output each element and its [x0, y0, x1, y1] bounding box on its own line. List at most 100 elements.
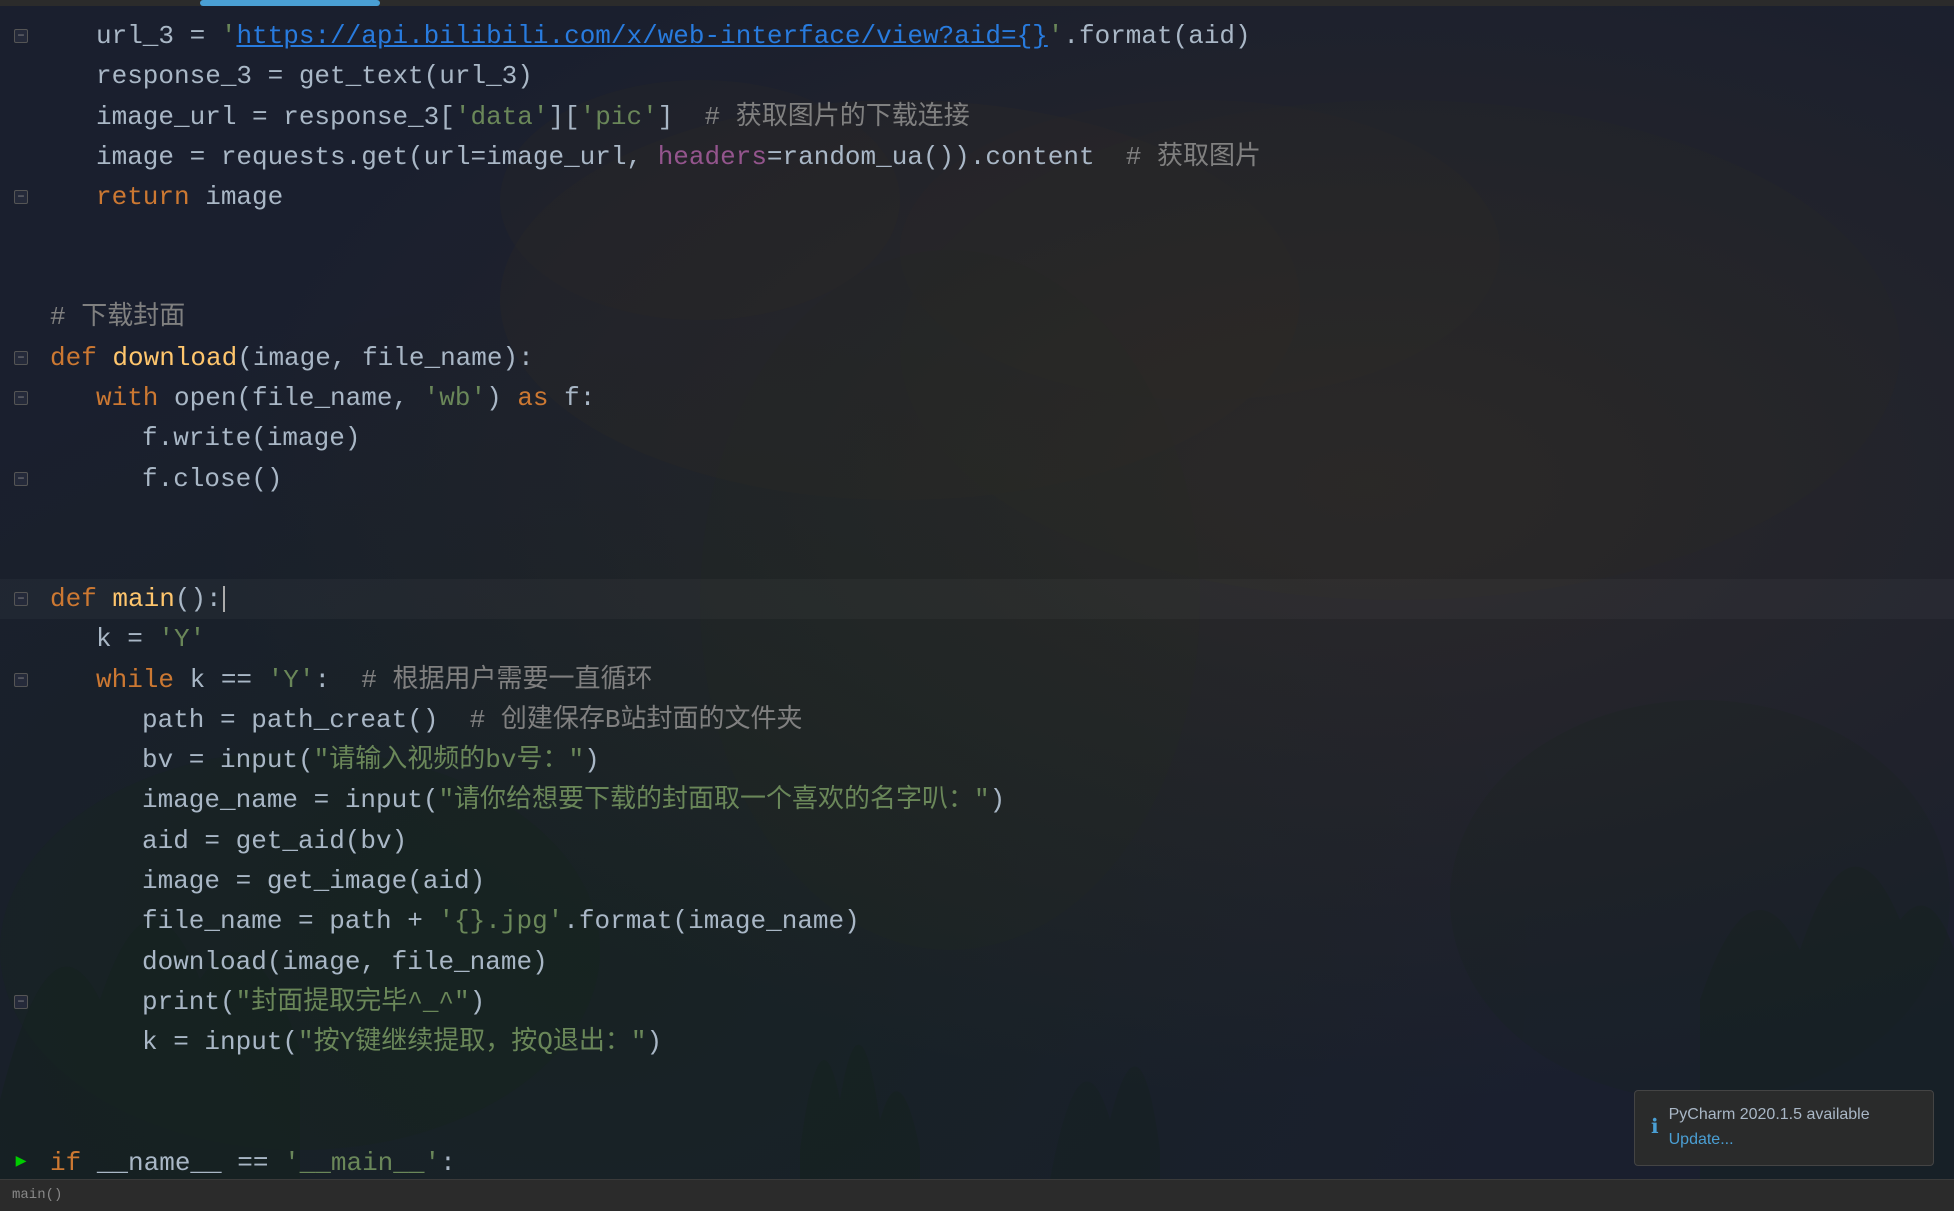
token: k ==: [174, 660, 268, 700]
line-content: aid = get_aid(bv): [42, 821, 1954, 861]
token: 'Y': [268, 660, 315, 700]
line-gutter: [0, 1063, 42, 1103]
line-content: image_name = input("请你给想要下载的封面取一个喜欢的名字叭：…: [42, 780, 1954, 820]
token: download(image, file_name): [142, 942, 548, 982]
line-gutter: [0, 1103, 42, 1143]
line-gutter: −: [0, 378, 42, 418]
token: k = input(: [142, 1022, 298, 1062]
line-gutter: [0, 499, 42, 539]
line-content: image = get_image(aid): [42, 861, 1954, 901]
token: ): [486, 378, 517, 418]
token: image_url = response_3[: [96, 97, 455, 137]
status-text: main(): [12, 1185, 62, 1207]
token: "按Y键继续提取，按Q退出：": [298, 1022, 646, 1062]
token: ': [221, 16, 237, 56]
code-line: k = input("按Y键继续提取，按Q退出："): [0, 1022, 1954, 1062]
fold-icon[interactable]: −: [14, 351, 28, 365]
line-content: image = requests.get(url=image_url, head…: [42, 137, 1954, 177]
token: return: [96, 177, 190, 217]
editor-container: −url_3 = 'https://api.bilibili.com/x/web…: [0, 0, 1954, 1211]
fold-icon[interactable]: −: [14, 472, 28, 486]
code-line: −with open(file_name, 'wb') as f:: [0, 378, 1954, 418]
fold-icon[interactable]: −: [14, 29, 28, 43]
line-content: while k == 'Y': # 根据用户需要一直循环: [42, 660, 1954, 700]
token: ][: [548, 97, 579, 137]
code-line: −return image: [0, 177, 1954, 217]
token: k =: [96, 619, 158, 659]
token: .format(image_name): [563, 901, 859, 941]
line-content: print("封面提取完毕^_^"): [42, 982, 1954, 1022]
token: # 根据用户需要一直循环: [361, 660, 652, 700]
token: ): [470, 982, 486, 1022]
line-gutter: [0, 619, 42, 659]
code-line: −print("封面提取完毕^_^"): [0, 982, 1954, 1022]
info-icon: ℹ: [1651, 1113, 1659, 1144]
line-gutter: ▶: [0, 1143, 42, 1179]
fold-icon[interactable]: −: [14, 673, 28, 687]
code-line: image = get_image(aid): [0, 861, 1954, 901]
code-area[interactable]: −url_3 = 'https://api.bilibili.com/x/web…: [0, 6, 1954, 1179]
line-content: def main():: [42, 579, 1954, 619]
line-gutter: [0, 56, 42, 96]
token: 'pic': [580, 97, 658, 137]
token: image_name = input(: [142, 780, 438, 820]
fold-icon[interactable]: −: [14, 190, 28, 204]
fold-icon[interactable]: −: [14, 391, 28, 405]
line-content: response_3 = get_text(url_3): [42, 56, 1954, 96]
text-cursor: [223, 586, 225, 612]
token: open(file_name,: [158, 378, 423, 418]
token: main: [112, 579, 174, 619]
code-line: [0, 257, 1954, 297]
code-line: bv = input("请输入视频的bv号："): [0, 740, 1954, 780]
line-gutter: −: [0, 177, 42, 217]
line-gutter: [0, 821, 42, 861]
token: ): [584, 740, 600, 780]
line-gutter: [0, 901, 42, 941]
code-line: [0, 539, 1954, 579]
token: "请你给想要下载的封面取一个喜欢的名字叭：": [438, 780, 989, 820]
token: if: [50, 1143, 81, 1179]
line-gutter: −: [0, 579, 42, 619]
token: headers: [658, 137, 767, 177]
token: :: [314, 660, 361, 700]
token: "封面提取完毕^_^": [236, 982, 470, 1022]
code-line: image_url = response_3['data']['pic'] # …: [0, 97, 1954, 137]
token: __name__ ==: [81, 1143, 284, 1179]
line-gutter: [0, 137, 42, 177]
line-gutter: [0, 539, 42, 579]
token: while: [96, 660, 174, 700]
token: def: [50, 579, 97, 619]
code-line: response_3 = get_text(url_3): [0, 56, 1954, 96]
run-icon[interactable]: ▶: [16, 1149, 27, 1177]
update-link[interactable]: Update...: [1669, 1128, 1870, 1153]
token: print(: [142, 982, 236, 1022]
line-content: file_name = path + '{}.jpg'.format(image…: [42, 901, 1954, 941]
token: ': [1048, 16, 1064, 56]
token: 'Y': [158, 619, 205, 659]
line-content: url_3 = 'https://api.bilibili.com/x/web-…: [42, 16, 1954, 56]
token: ): [646, 1022, 662, 1062]
token: download: [112, 338, 237, 378]
line-content: image_url = response_3['data']['pic'] # …: [42, 97, 1954, 137]
line-content: [42, 539, 1954, 579]
code-line: # 下载封面: [0, 297, 1954, 337]
token: f.close(): [142, 459, 282, 499]
token: # 获取图片: [1126, 137, 1261, 177]
code-line: −def main():: [0, 579, 1954, 619]
token: '__main__': [284, 1143, 440, 1179]
line-gutter: [0, 257, 42, 297]
token: f:: [549, 378, 596, 418]
line-content: def download(image, file_name):: [42, 338, 1954, 378]
fold-icon[interactable]: −: [14, 995, 28, 1009]
line-gutter: [0, 418, 42, 458]
fold-icon[interactable]: −: [14, 592, 28, 606]
code-line: −while k == 'Y': # 根据用户需要一直循环: [0, 660, 1954, 700]
token: image = requests.get(url=image_url,: [96, 137, 658, 177]
notification-title: PyCharm 2020.1.5 available: [1669, 1103, 1870, 1128]
code-line: k = 'Y': [0, 619, 1954, 659]
line-content: bv = input("请输入视频的bv号："): [42, 740, 1954, 780]
token: "请输入视频的bv号：": [314, 740, 584, 780]
line-content: [42, 499, 1954, 539]
token: # 获取图片的下载连接: [705, 97, 970, 137]
line-gutter: −: [0, 660, 42, 700]
